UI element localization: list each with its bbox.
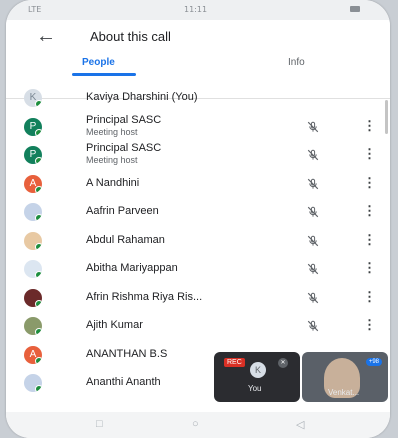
back-icon[interactable]: ◁ [296,418,304,431]
mic-off-icon[interactable] [306,120,320,134]
clock: 11:11 [184,5,208,14]
participant-name: Ananthi Ananth [86,376,161,388]
online-status-dot [35,100,42,107]
self-video-tile[interactable]: REC K ✕ You [214,352,300,402]
recording-badge: REC [224,358,245,367]
mic-off-icon[interactable] [306,205,320,219]
more-options-icon[interactable]: ⋮ [363,318,376,331]
video-tile-label: Venkat... [328,388,360,397]
more-options-icon[interactable]: ⋮ [363,204,376,217]
system-nav-bar: □ ○ ◁ [6,412,390,438]
mic-off-icon[interactable] [306,148,320,162]
more-options-icon[interactable]: ⋮ [363,261,376,274]
page-title: About this call [90,29,171,44]
app-header: ← About this call People Info [6,20,390,99]
participant-avatar [24,203,42,221]
online-status-dot [35,385,42,392]
participant-name: ANANTHAN B.S [86,347,168,360]
more-options-icon[interactable]: ⋮ [363,176,376,189]
participant-avatar: P [24,117,42,136]
participant-row[interactable]: Aafrin Parveen ⋮ [6,198,390,227]
participant-name: Afrin Rishma Riya Ris... [86,290,203,303]
participant-avatar: P [24,146,42,164]
participant-avatar [24,260,42,278]
self-tile-label: You [248,384,262,393]
self-avatar: K [250,362,266,378]
participant-name: Principal SASC [86,113,162,126]
participant-name: Abitha Mariyappan [86,262,178,274]
participant-name: Principal SASC [86,142,162,154]
participant-avatar [24,231,42,250]
mic-off-icon[interactable] [306,234,320,248]
mic-off-icon[interactable] [306,319,320,333]
participant-list: K Kaviya Dharshini (You) P Principal SASC Me… [6,84,390,398]
participant-role: Meeting host [86,126,138,137]
status-bar: LTE 11:11 [6,0,390,20]
mic-off-icon[interactable] [306,291,320,305]
online-status-dot [35,242,42,250]
mic-off-icon: ✕ [278,358,288,368]
online-status-dot [35,328,42,335]
online-status-dot [35,356,42,364]
scrollbar[interactable] [385,100,388,134]
participant-name: A Nandhini [86,176,140,189]
participant-row[interactable]: Ajith Kumar ⋮ [6,312,390,341]
participant-row[interactable]: Abitha Mariyappan ⋮ [6,255,390,284]
participant-avatar [24,374,42,392]
online-status-dot [35,185,42,193]
participant-row[interactable]: P Principal SASC Meeting host ⋮ [6,113,390,142]
tab-info[interactable]: Info [288,57,305,68]
online-status-dot [35,299,42,307]
more-options-icon[interactable]: ⋮ [363,290,376,303]
participant-video-tile[interactable]: +98 Venkat... [302,352,388,402]
more-options-icon[interactable]: ⋮ [363,119,376,132]
participant-avatar [24,317,42,335]
participant-row[interactable]: Afrin Rishma Riya Ris... ⋮ [6,284,390,313]
online-status-dot [35,271,42,278]
participant-row[interactable]: K Kaviya Dharshini (You) [6,84,390,113]
participant-name: Aafrin Parveen [86,205,159,217]
more-options-icon[interactable]: ⋮ [363,233,376,246]
participant-avatar: K [24,89,42,107]
back-arrow-icon[interactable]: ← [36,26,56,46]
recents-icon[interactable]: □ [96,418,103,430]
online-status-dot [35,128,42,136]
online-status-dot [35,214,42,221]
participant-row[interactable]: A A Nandhini ⋮ [6,170,390,199]
home-icon[interactable]: ○ [192,418,199,430]
more-options-icon[interactable]: ⋮ [363,147,376,160]
network-indicator: LTE [28,5,42,14]
participant-avatar: A [24,345,42,364]
battery-icon [350,6,360,12]
participant-row[interactable]: Abdul Rahaman ⋮ [6,227,390,256]
participant-count-badge: +98 [365,358,382,366]
active-tab-indicator [72,73,136,76]
participant-row[interactable]: P Principal SASC Meeting host ⋮ [6,141,390,170]
participant-avatar: A [24,174,42,193]
mic-off-icon[interactable] [306,262,320,276]
participant-name: Kaviya Dharshini (You) [86,91,198,103]
tab-people[interactable]: People [82,57,115,68]
phone-screen: LTE 11:11 ← About this call People Info … [6,0,390,438]
participant-role: Meeting host [86,155,138,165]
online-status-dot [35,157,42,164]
participant-name: Ajith Kumar [86,319,143,331]
participant-avatar [24,288,42,307]
mic-off-icon[interactable] [306,177,320,191]
participant-name: Abdul Rahaman [86,233,165,246]
